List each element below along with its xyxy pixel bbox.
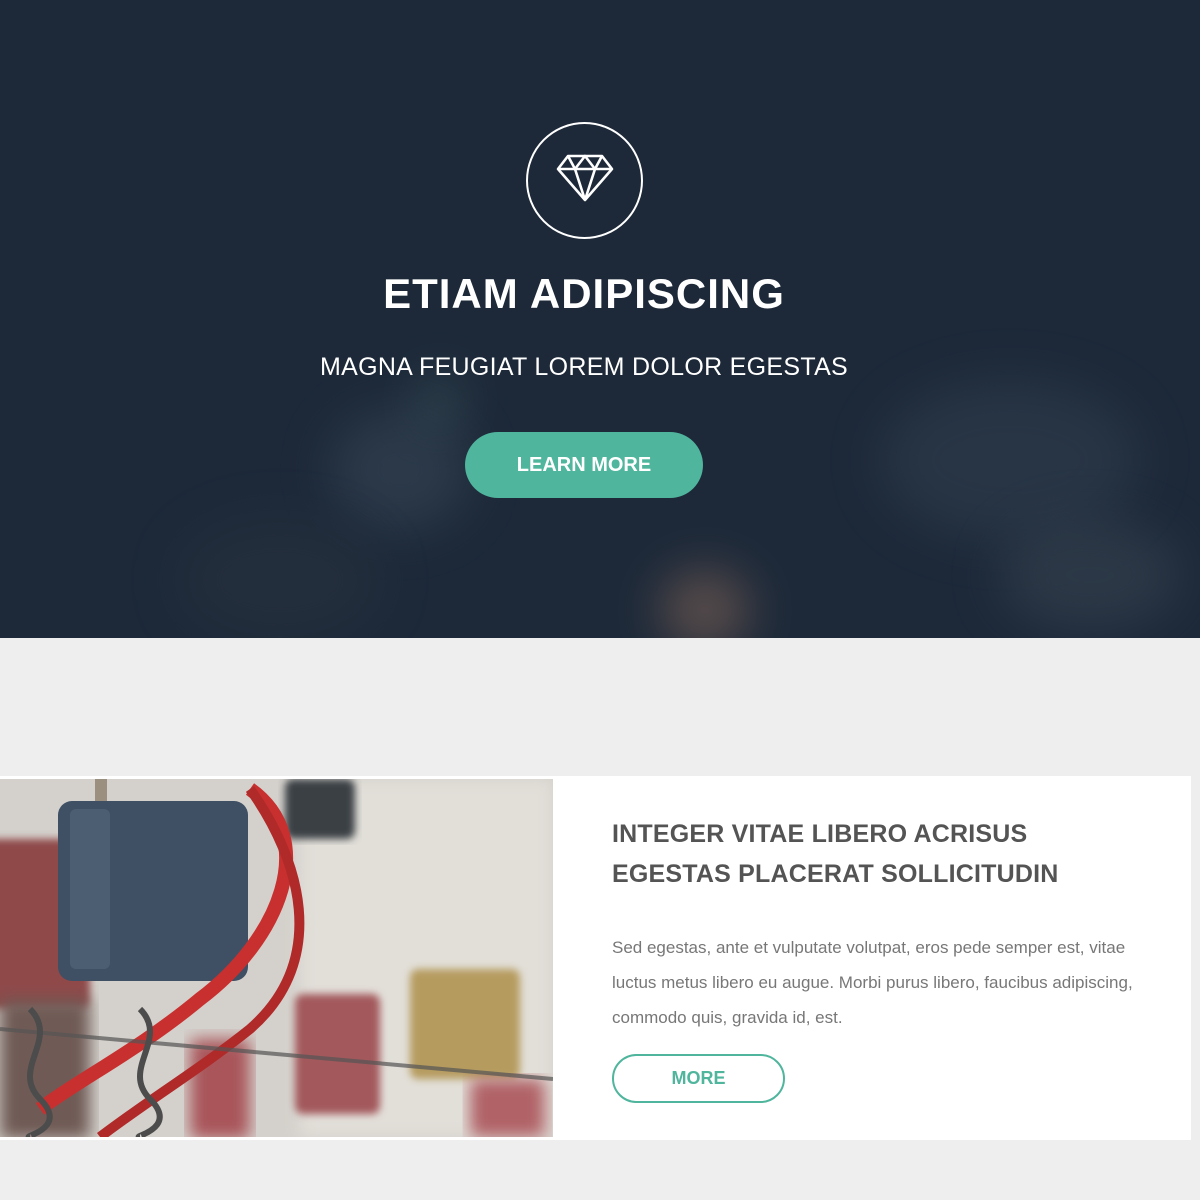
hero-content: ETIAM ADIPISCING MAGNA FEUGIAT LOREM DOL… <box>0 0 1200 638</box>
feature-card: INTEGER VITAE LIBERO ACRISUS EGESTAS PLA… <box>0 776 1191 1140</box>
feature-description: Sed egestas, ante et vulputate volutpat,… <box>612 938 1133 1027</box>
hero-subtitle: MAGNA FEUGIAT LOREM DOLOR EGESTAS <box>319 353 849 381</box>
feature-text: INTEGER VITAE LIBERO ACRISUS EGESTAS PLA… <box>612 814 1152 1035</box>
hero-title: ETIAM ADIPISCING <box>383 270 785 317</box>
learn-more-button[interactable]: LEARN MORE <box>465 432 703 498</box>
hero-banner: ETIAM ADIPISCING MAGNA FEUGIAT LOREM DOL… <box>0 0 1200 638</box>
more-button[interactable]: MORE <box>612 1054 785 1103</box>
feature-title: INTEGER VITAE LIBERO ACRISUS EGESTAS PLA… <box>612 820 1059 888</box>
padlocks-photo <box>0 779 553 1137</box>
diamond-icon <box>555 152 615 209</box>
gem-badge <box>526 122 643 239</box>
